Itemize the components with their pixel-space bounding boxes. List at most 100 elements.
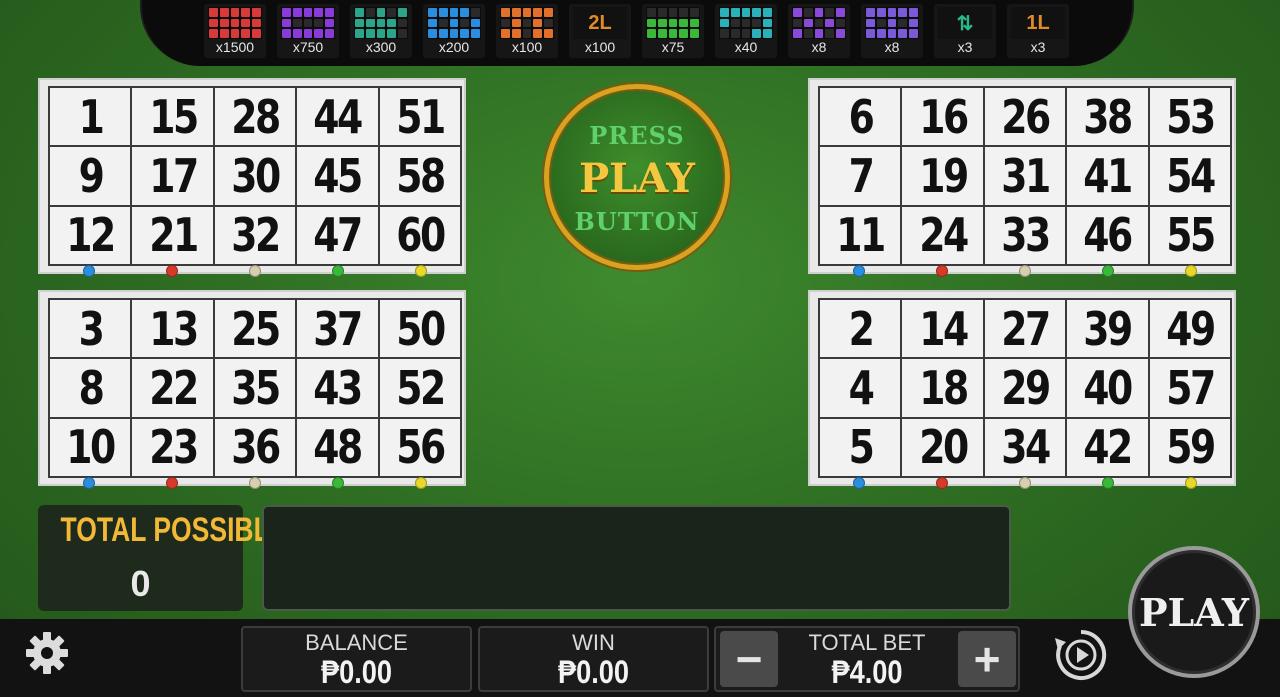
card-cell: 52 — [379, 359, 460, 417]
card-number: 13 — [148, 301, 199, 356]
card-cell: 25 — [214, 300, 296, 358]
card-cell: 30 — [214, 147, 296, 205]
card-number: 2 — [848, 301, 875, 356]
card-cell: 57 — [1149, 359, 1230, 417]
card-cell: 51 — [379, 88, 460, 146]
card-cell: 23 — [132, 418, 213, 476]
pattern-blue-icon — [427, 7, 481, 39]
paytable-item: x1500 — [204, 4, 266, 58]
decrease-bet-button[interactable]: − — [720, 631, 778, 687]
settings-gear-icon[interactable] — [22, 628, 72, 678]
column-dot — [1184, 265, 1197, 277]
card-cell: 35 — [214, 359, 296, 417]
column-dots — [818, 477, 1232, 489]
pattern-green-icon — [646, 7, 700, 39]
total-possible-panel: TOTAL POSSIBLE 0 — [38, 505, 287, 611]
card-number: 57 — [1166, 360, 1216, 415]
card-number: 60 — [396, 208, 446, 263]
card-cell: 1 — [50, 88, 131, 146]
column-dot — [1018, 265, 1031, 277]
column-dot — [936, 477, 949, 489]
card-number: 4 — [848, 360, 875, 415]
paytable-item: x750 — [277, 4, 339, 58]
card-number: 50 — [396, 301, 446, 356]
card-cell: 54 — [1149, 147, 1230, 205]
card-cell: 16 — [902, 88, 983, 146]
win-value: ₱0.00 — [557, 654, 630, 690]
column-dot — [83, 477, 96, 489]
two-lines-icon: 2L — [573, 7, 627, 39]
card-number: 34 — [1001, 420, 1051, 475]
play-button[interactable]: PLAY — [1128, 546, 1260, 678]
card-cell: 31 — [984, 147, 1066, 205]
pattern-teal-icon — [354, 7, 408, 39]
balance-panel: BALANCE ₱0.00 — [241, 626, 472, 692]
paytable-multiplier: x40 — [734, 39, 758, 55]
card-number: 5 — [848, 420, 875, 475]
card-number: 31 — [1001, 148, 1051, 203]
increase-bet-button[interactable]: + — [958, 631, 1016, 687]
card-cell: 45 — [297, 147, 378, 205]
card-cell: 41 — [1067, 147, 1148, 205]
card-number: 33 — [1001, 208, 1051, 263]
paytable-multiplier: x75 — [661, 39, 685, 55]
press-text: PRESS — [589, 121, 685, 150]
paytable-multiplier: x100 — [584, 39, 616, 55]
card-number: 28 — [231, 89, 281, 144]
card-cell: 48 — [297, 418, 378, 476]
card-cell: 4 — [820, 359, 901, 417]
card-cell: 24 — [902, 206, 983, 264]
card-number: 42 — [1083, 420, 1134, 475]
column-dots — [48, 477, 462, 489]
win-panel: WIN ₱0.00 — [478, 626, 709, 692]
card-cell: 58 — [379, 147, 460, 205]
card-cell: 21 — [132, 206, 213, 264]
card-number: 48 — [313, 420, 364, 475]
column-dot — [1101, 265, 1114, 277]
column-dots — [818, 265, 1232, 277]
card-cell: 6 — [820, 88, 901, 146]
card-number: 10 — [66, 420, 116, 475]
card-number: 12 — [66, 208, 116, 263]
card-grid: 6 16 26 38 53 7 19 31 41 54 11 24 33 46 55 — [818, 86, 1232, 266]
card-cell: 56 — [379, 418, 460, 476]
card-number: 29 — [1001, 360, 1051, 415]
card-number: 22 — [148, 360, 199, 415]
card-cell: 15 — [132, 88, 213, 146]
bingo-card-3: 3 13 25 37 50 8 22 35 43 52 10 23 36 48 56 — [38, 290, 466, 489]
card-number: 15 — [148, 89, 199, 144]
card-cell: 43 — [297, 359, 378, 417]
card-cell: 19 — [902, 147, 983, 205]
paytable-item: x200 — [423, 4, 485, 58]
card-number: 43 — [313, 360, 364, 415]
win-label: WIN — [572, 630, 615, 655]
autoplay-icon[interactable] — [1052, 626, 1110, 684]
column-dot — [853, 477, 866, 489]
paytable-item: x8 — [788, 4, 850, 58]
paytable-item: ⇅ x3 — [934, 4, 996, 58]
card-number: 47 — [313, 208, 364, 263]
card-cell: 2 — [820, 300, 901, 358]
paytable-multiplier: x200 — [438, 39, 470, 55]
card-cell: 49 — [1149, 300, 1230, 358]
column-dot — [936, 265, 949, 277]
card-grid: 2 14 27 39 49 4 18 29 40 57 5 20 34 42 59 — [818, 298, 1232, 478]
card-cell: 14 — [902, 300, 983, 358]
card-cell: 5 — [820, 418, 901, 476]
play-text: PLAY — [579, 155, 695, 202]
pattern-full-card-icon — [208, 7, 262, 39]
card-cell: 60 — [379, 206, 460, 264]
pattern-orange-icon — [500, 7, 554, 39]
card-cell: 59 — [1149, 418, 1230, 476]
one-line-icon: 1L — [1011, 7, 1065, 39]
column-dot — [83, 265, 96, 277]
card-cell: 26 — [984, 88, 1066, 146]
pattern-purple-icon — [792, 7, 846, 39]
column-dot — [248, 265, 261, 277]
column-dot — [248, 477, 261, 489]
pattern-cyan-icon — [719, 7, 773, 39]
card-number: 19 — [918, 148, 969, 203]
card-cell: 22 — [132, 359, 213, 417]
card-cell: 7 — [820, 147, 901, 205]
arrows-icon: ⇅ — [938, 7, 992, 39]
